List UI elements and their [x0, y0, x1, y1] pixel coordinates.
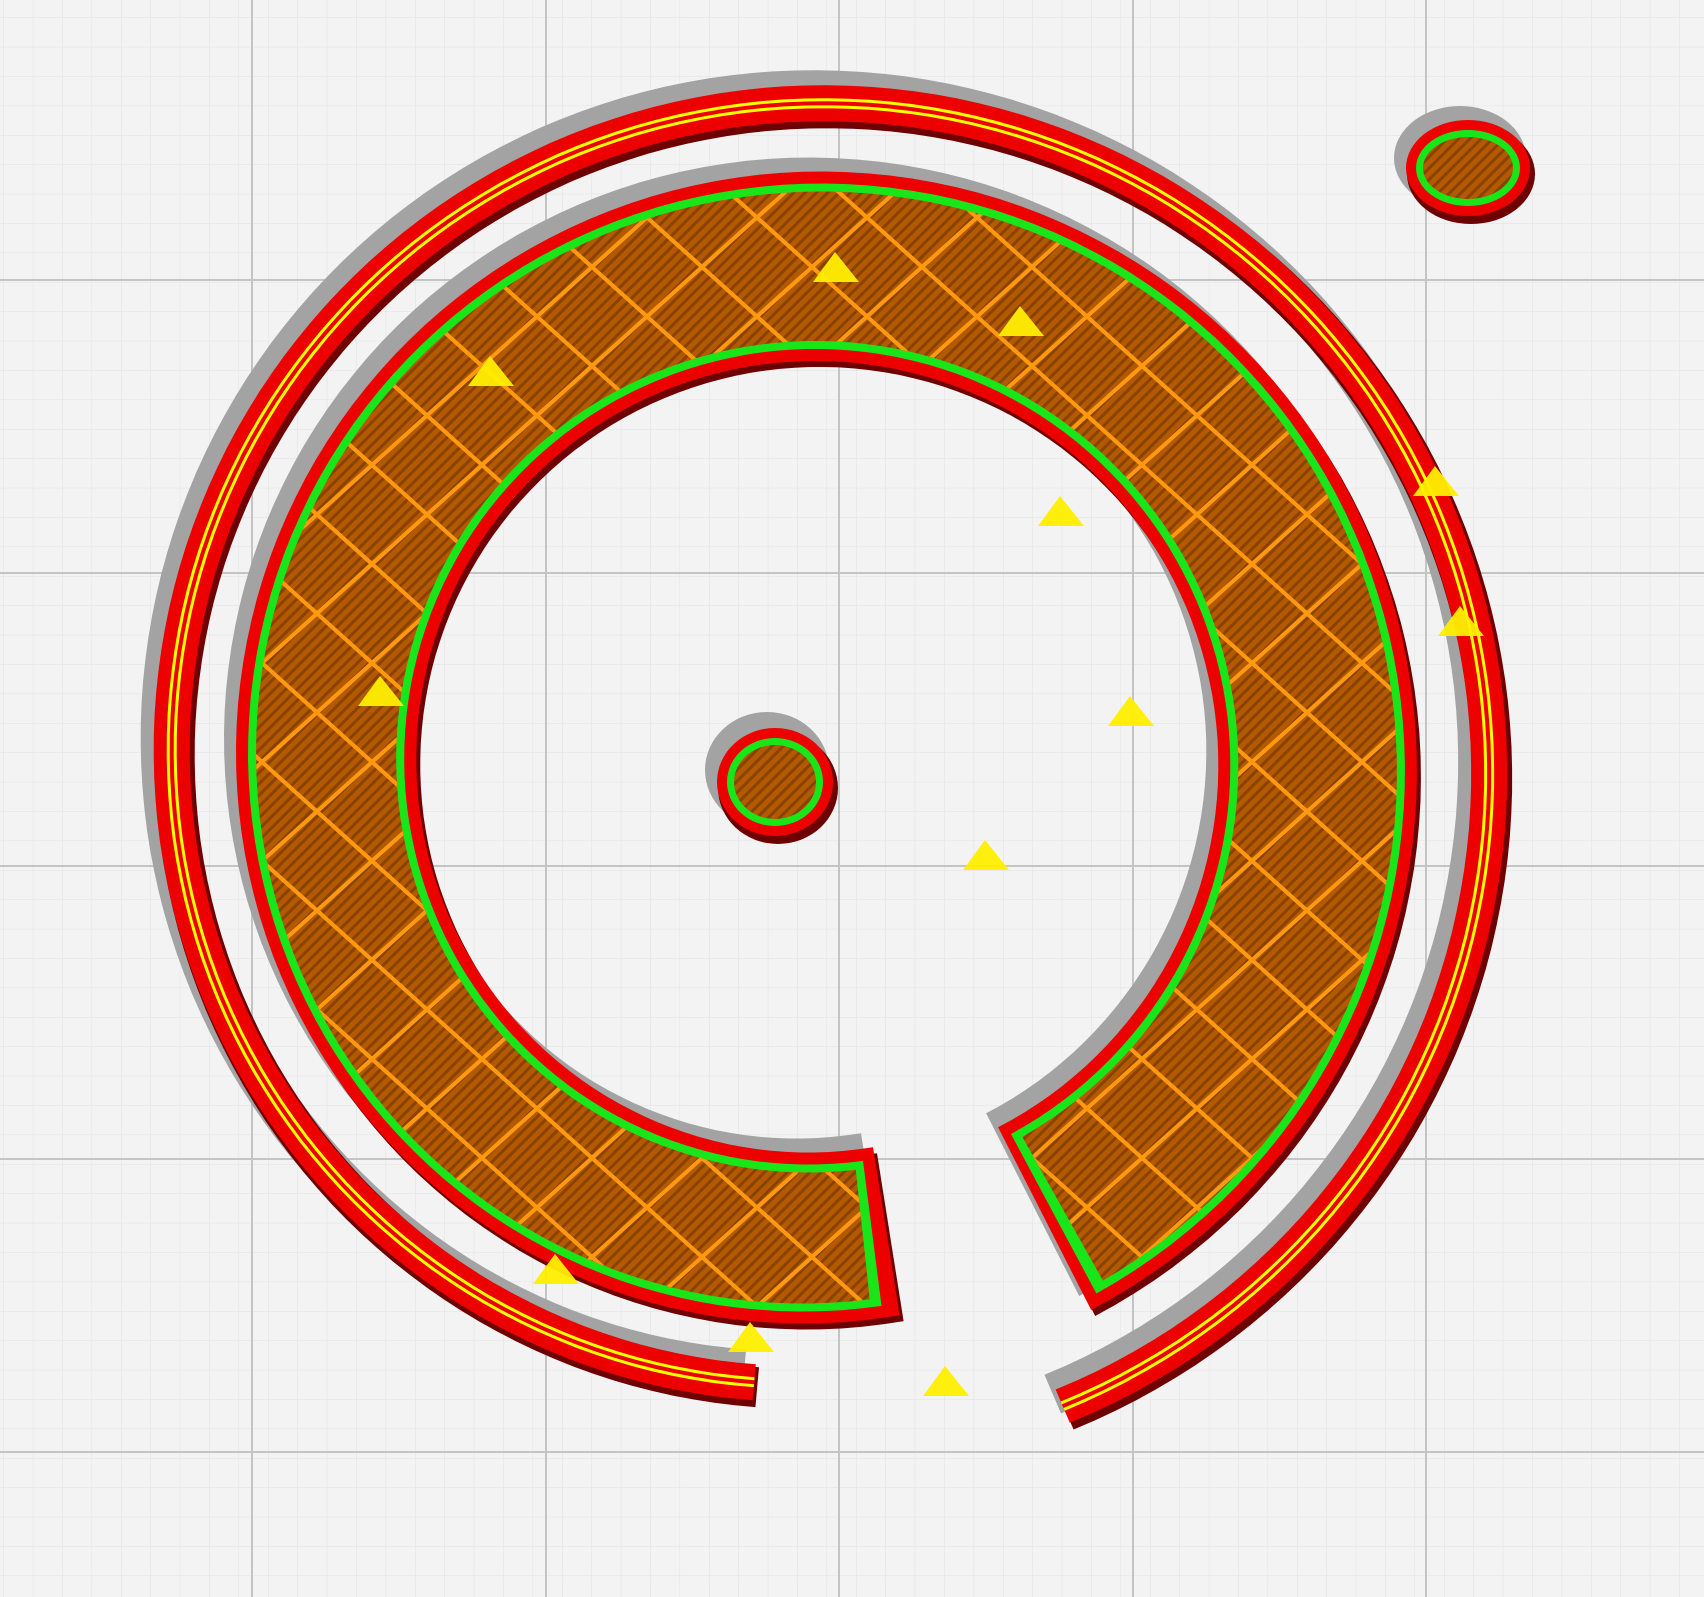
layer-view-viewport[interactable]	[0, 0, 1704, 1597]
build-plate-canvas[interactable]	[0, 0, 1704, 1597]
knob-infill	[734, 745, 816, 819]
hook-infill	[1423, 137, 1513, 199]
